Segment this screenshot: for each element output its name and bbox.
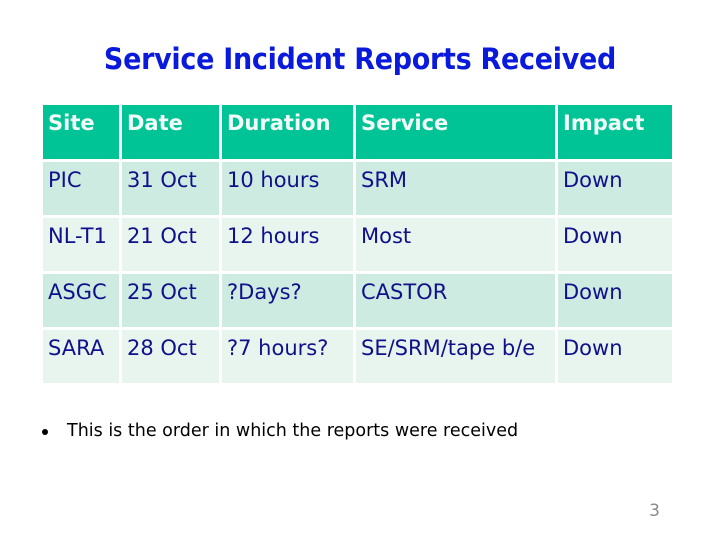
slide-title: Service Incident Reports Received	[103, 42, 617, 76]
table-row: PIC 31 Oct 10 hours SRM Down	[43, 162, 672, 215]
table-row: ASGC 25 Oct ?Days? CASTOR Down	[43, 274, 672, 327]
cell-duration: ?Days?	[222, 274, 353, 327]
cell-date: 25 Oct	[122, 274, 219, 327]
header-impact: Impact	[558, 105, 672, 159]
cell-duration: 12 hours	[222, 218, 353, 271]
header-service: Service	[356, 105, 555, 159]
table-row: SARA 28 Oct ?7 hours? SE/SRM/tape b/e Do…	[43, 330, 672, 383]
cell-service: SRM	[356, 162, 555, 215]
cell-site: ASGC	[43, 274, 119, 327]
table-row: NL-T1 21 Oct 12 hours Most Down	[43, 218, 672, 271]
cell-date: 21 Oct	[122, 218, 219, 271]
cell-service: SE/SRM/tape b/e	[356, 330, 555, 383]
cell-date: 31 Oct	[122, 162, 219, 215]
cell-site: SARA	[43, 330, 119, 383]
cell-service: CASTOR	[356, 274, 555, 327]
cell-impact: Down	[558, 330, 672, 383]
header-duration: Duration	[222, 105, 353, 159]
cell-impact: Down	[558, 218, 672, 271]
bullet-icon	[42, 429, 48, 435]
cell-duration: 10 hours	[222, 162, 353, 215]
header-site: Site	[43, 105, 119, 159]
bullet-text: This is the order in which the reports w…	[67, 421, 519, 441]
cell-impact: Down	[558, 162, 672, 215]
cell-site: PIC	[43, 162, 119, 215]
page-number: 3	[649, 501, 660, 521]
cell-date: 28 Oct	[122, 330, 219, 383]
cell-service: Most	[356, 218, 555, 271]
table-header-row: Site Date Duration Service Impact	[43, 105, 672, 159]
cell-duration: ?7 hours?	[222, 330, 353, 383]
bullet-item: This is the order in which the reports w…	[42, 421, 518, 441]
incident-table: Site Date Duration Service Impact PIC 31…	[40, 102, 675, 386]
cell-site: NL-T1	[43, 218, 119, 271]
header-date: Date	[122, 105, 219, 159]
cell-impact: Down	[558, 274, 672, 327]
